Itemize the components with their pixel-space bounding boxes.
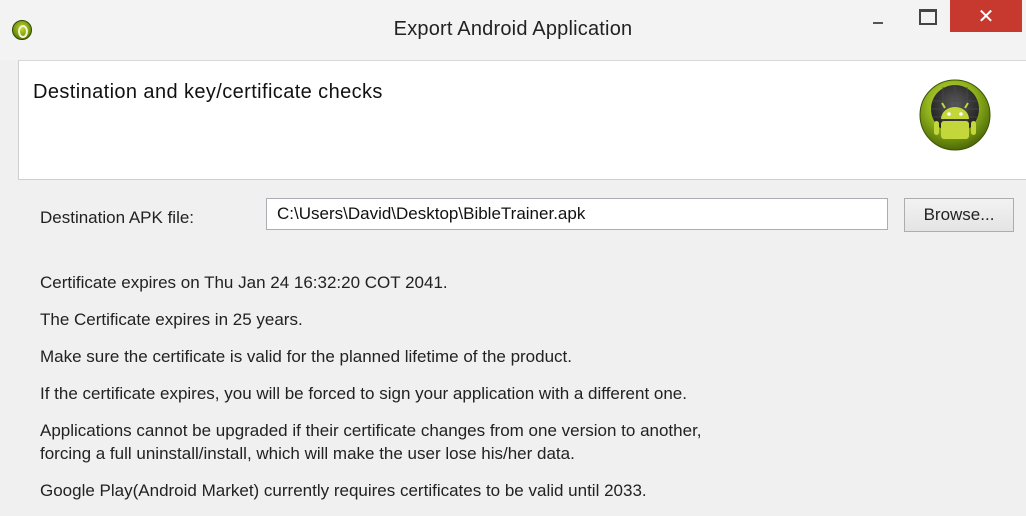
browse-button[interactable]: Browse...	[904, 198, 1014, 232]
minimize-icon	[873, 21, 883, 24]
cert-resign-warning-text: If the certificate expires, you will be …	[40, 384, 687, 403]
close-button[interactable]: ✕	[950, 0, 1022, 32]
cert-expiry-years-text: The Certificate expires in 25 years.	[40, 310, 303, 329]
cert-upgrade-warning-line2: forcing a full uninstall/install, which …	[40, 444, 575, 463]
minimize-button[interactable]	[856, 0, 900, 35]
google-play-requirement-text: Google Play(Android Market) currently re…	[40, 481, 647, 500]
maximize-button[interactable]	[906, 0, 950, 35]
page-title: Destination and key/certificate checks	[33, 81, 383, 103]
cert-validity-advice-text: Make sure the certificate is valid for t…	[40, 347, 572, 366]
title-bar[interactable]: Export Android Application ✕	[0, 0, 1026, 60]
cert-upgrade-warning-line1: Applications cannot be upgraded if their…	[40, 421, 702, 440]
destination-apk-input[interactable]: C:\Users\David\Desktop\BibleTrainer.apk	[266, 198, 888, 230]
destination-row: Destination APK file: C:\Users\David\Des…	[38, 198, 1026, 234]
export-dialog: Export Android Application ✕ Destination…	[0, 0, 1026, 516]
close-icon: ✕	[977, 4, 995, 28]
cert-expiry-date-text: Certificate expires on Thu Jan 24 16:32:…	[40, 273, 448, 292]
maximize-icon	[919, 8, 937, 25]
destination-label: Destination APK file:	[40, 208, 195, 227]
wizard-header: Destination and key/certificate checks	[18, 60, 1026, 180]
android-logo	[919, 79, 991, 151]
